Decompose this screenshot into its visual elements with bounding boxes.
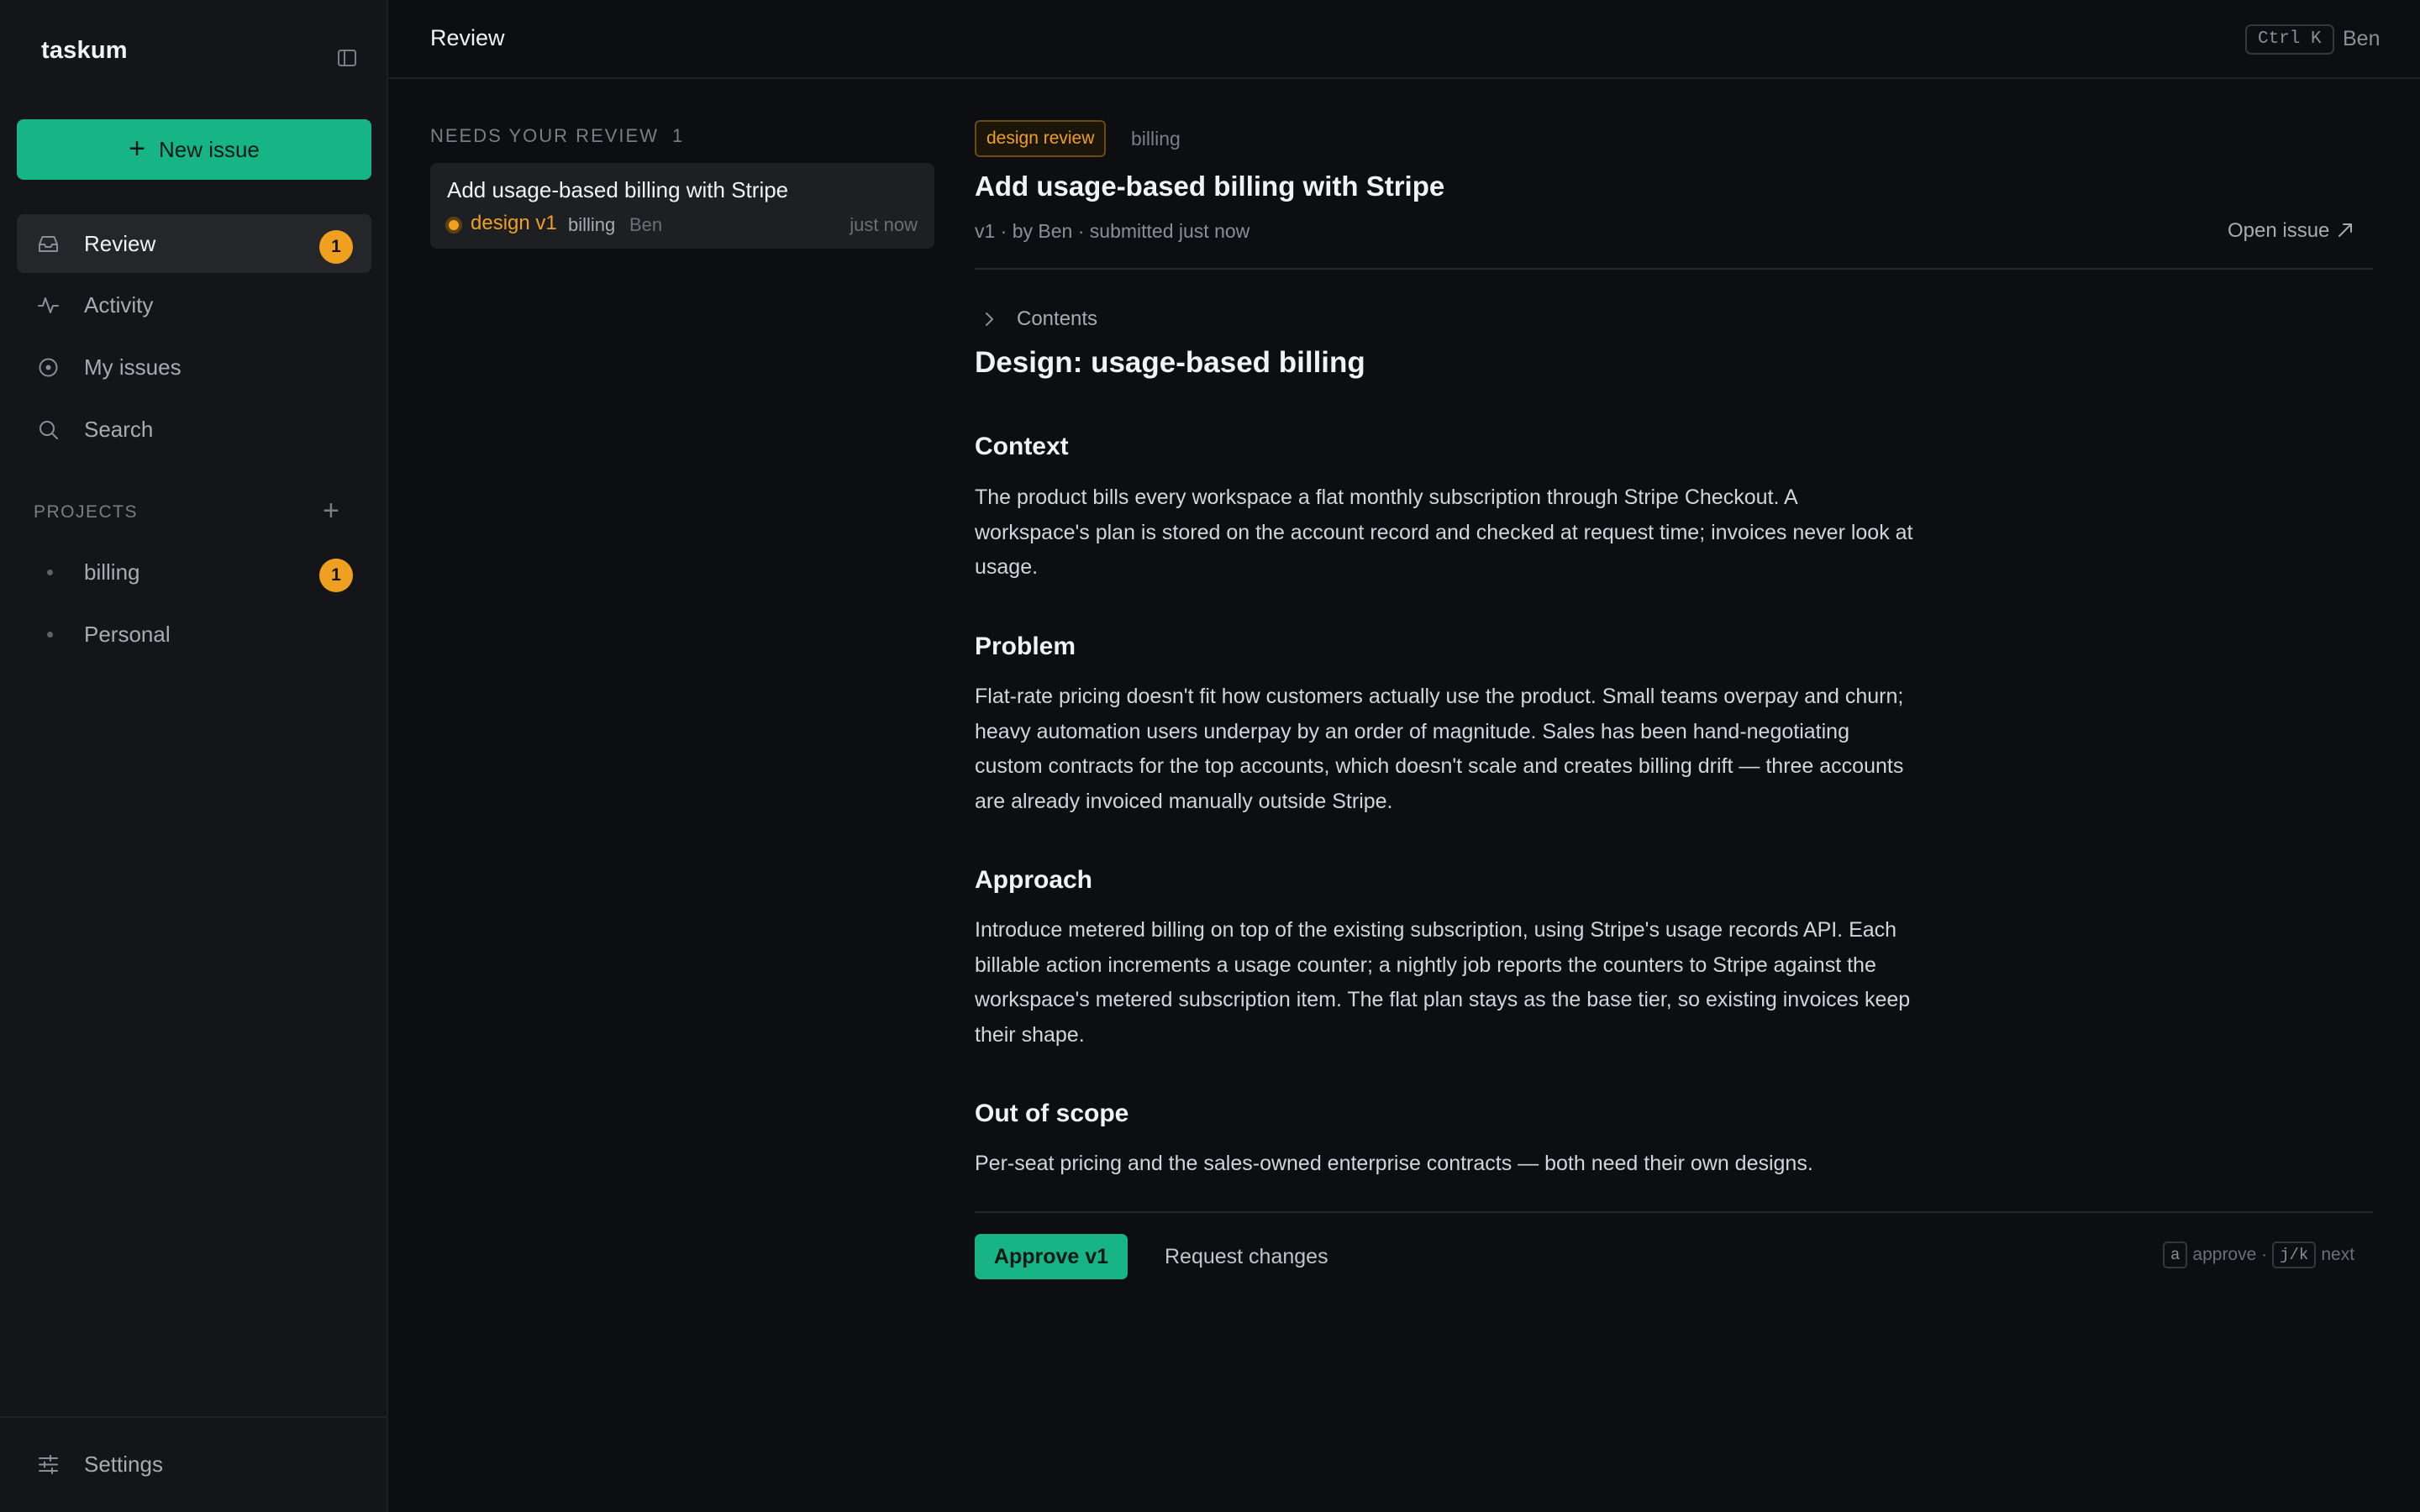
new-issue-button[interactable]: + New issue — [17, 119, 371, 180]
sidebar-toggle-icon[interactable] — [336, 47, 358, 69]
project-dot-icon — [47, 570, 53, 575]
project-label: Personal — [84, 622, 171, 647]
contents-label: Contents — [1017, 307, 1098, 330]
review-list-item[interactable]: Add usage-based billing with Stripe desi… — [430, 163, 934, 249]
section-body-approach: Introduce metered billing on top of the … — [975, 918, 1911, 1047]
review-item-project: billing — [568, 214, 616, 235]
review-count-badge: 1 — [319, 230, 353, 264]
external-arrow-icon — [2338, 223, 2353, 237]
nav-item-activity[interactable]: Activity — [17, 276, 371, 334]
detail-project: billing — [1131, 128, 1181, 150]
section-heading-approach: Approach — [975, 866, 1093, 894]
open-issue-label: Open issue — [2228, 219, 2330, 242]
nav-label: My issues — [84, 354, 182, 380]
open-issue-link[interactable]: Open issue — [2228, 219, 2354, 243]
request-changes-button[interactable]: Request changes — [1156, 1234, 1337, 1279]
sliders-icon — [39, 1455, 58, 1474]
nav-label: Activity — [84, 292, 154, 318]
sidebar: taskum + New issue Review 1 Activity My … — [0, 0, 388, 1512]
search-icon — [39, 421, 58, 439]
plus-icon: + — [129, 132, 145, 165]
design-review-badge: design review — [975, 120, 1107, 157]
top-bar: Review Ctrl K Ben — [388, 0, 2420, 79]
projects-header: PROJECTS — [34, 502, 139, 522]
detail-meta: v1 · by Ben · submitted just now — [975, 220, 1250, 242]
review-item-author: Ben — [629, 214, 663, 235]
contents-toggle[interactable]: Contents — [975, 304, 1097, 334]
divider — [0, 1416, 388, 1418]
divider — [975, 1211, 2373, 1213]
section-body-out-of-scope: Per-seat pricing and the sales-owned ent… — [975, 1152, 1813, 1175]
section-body-context: The product bills every workspace a flat… — [975, 486, 1913, 580]
project-item-billing[interactable]: billing 1 — [17, 543, 371, 601]
nav-item-review[interactable]: Review 1 — [17, 214, 371, 273]
user-menu[interactable]: Ben — [2343, 27, 2380, 51]
status-dot-icon — [445, 217, 462, 234]
section-body-problem: Flat-rate pricing doesn't fit how custom… — [975, 685, 1904, 813]
app-window: taskum + New issue Review 1 Activity My … — [0, 0, 2420, 1512]
command-palette-shortcut[interactable]: Ctrl K — [2245, 24, 2334, 55]
app-logo: taskum — [41, 37, 128, 64]
project-item-personal[interactable]: Personal — [17, 605, 371, 664]
section-heading-problem: Problem — [975, 633, 1076, 660]
nav-label: Review — [84, 231, 156, 256]
review-list-header: NEEDS YOUR REVIEW 1 — [430, 125, 684, 147]
review-list-count: 1 — [671, 125, 685, 146]
page-title: Review — [430, 25, 505, 50]
circle-dot-icon — [39, 358, 58, 377]
review-item-title: Add usage-based billing with Stripe — [447, 177, 789, 202]
add-project-button[interactable]: + — [323, 495, 339, 528]
keyboard-hints: a approve · j/k next — [2163, 1242, 2360, 1268]
settings-label: Settings — [84, 1452, 163, 1477]
new-issue-label: New issue — [158, 136, 260, 162]
project-label: billing — [84, 559, 140, 585]
project-dot-icon — [47, 632, 53, 638]
nav-label: Search — [84, 417, 154, 442]
nav-item-search[interactable]: Search — [17, 400, 371, 459]
review-list-header-label: NEEDS YOUR REVIEW — [430, 125, 659, 146]
section-heading-out-of-scope: Out of scope — [975, 1100, 1129, 1127]
next-key: j/k — [2272, 1242, 2317, 1268]
nav-item-my-issues[interactable]: My issues — [17, 338, 371, 396]
detail-title: Add usage-based billing with Stripe — [975, 171, 1445, 202]
activity-icon — [38, 297, 59, 313]
document-title: Design: usage-based billing — [975, 346, 1365, 379]
nav-item-settings[interactable]: Settings — [17, 1435, 371, 1494]
review-item-time: just now — [850, 214, 918, 235]
approve-key: a — [2163, 1242, 2188, 1268]
review-item-tag: design v1 — [471, 212, 557, 234]
approve-hint: approve · — [2192, 1245, 2268, 1264]
approve-button[interactable]: Approve v1 — [975, 1234, 1128, 1279]
chevron-right-icon — [986, 312, 993, 326]
project-count-badge: 1 — [319, 559, 353, 592]
inbox-icon — [39, 236, 58, 252]
divider — [975, 268, 2373, 270]
section-heading-context: Context — [975, 433, 1069, 460]
next-hint: next — [2321, 1245, 2355, 1264]
